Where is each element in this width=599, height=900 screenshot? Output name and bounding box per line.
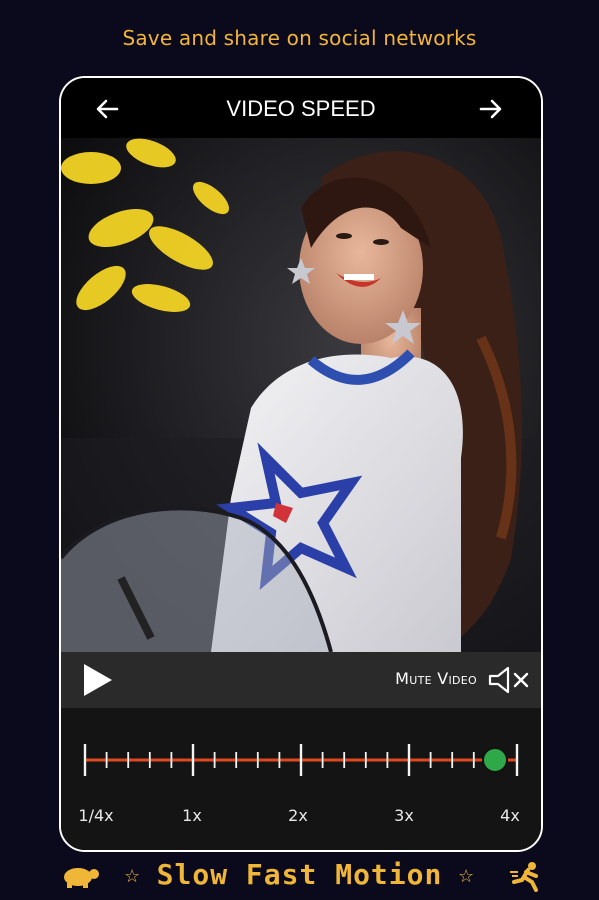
- tagline: Save and share on social networks: [122, 26, 477, 50]
- screen-title: VIDEO SPEED: [226, 96, 376, 121]
- speed-label-1x[interactable]: 1x: [182, 806, 202, 825]
- mute-speaker-icon[interactable]: [487, 664, 531, 696]
- slider-thumb[interactable]: [482, 747, 508, 773]
- speed-label-4x[interactable]: 4x: [500, 806, 520, 825]
- speed-label-3x[interactable]: 3x: [394, 806, 414, 825]
- play-icon[interactable]: [81, 660, 115, 700]
- top-bar: VIDEO SPEED: [61, 78, 541, 138]
- speed-panel: 1/4x 1x 2x 3x 4x: [61, 708, 541, 850]
- star-icon: ☆: [458, 866, 475, 887]
- player-controls: Mute Video: [61, 652, 541, 708]
- forward-arrow-icon[interactable]: [477, 95, 505, 123]
- speed-labels: 1/4x 1x 2x 3x 4x: [61, 806, 541, 830]
- speed-slider[interactable]: [81, 738, 521, 782]
- video-frame-image: [61, 138, 541, 652]
- video-preview[interactable]: [61, 138, 541, 652]
- brand-footer: ☆ Slow Fast Motion ☆: [0, 850, 599, 900]
- speed-label-2x[interactable]: 2x: [288, 806, 308, 825]
- runner-icon: [510, 862, 538, 892]
- speed-label-quarter[interactable]: 1/4x: [78, 806, 113, 825]
- phone-frame: VIDEO SPEED Mute Video 1/4x 1x 2x 3x 4x: [59, 76, 543, 852]
- mute-video-label[interactable]: Mute Video: [395, 669, 477, 688]
